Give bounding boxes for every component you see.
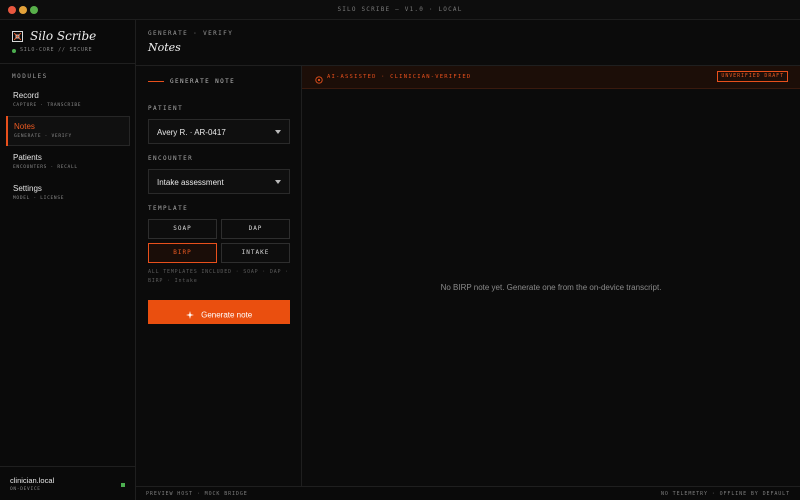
sidebar-item-label: Notes (14, 122, 35, 131)
sidebar-item-sub: CAPTURE · TRANSCRIBE (13, 103, 82, 108)
template-intake-button[interactable]: INTAKE (221, 243, 290, 263)
sidebar-item-record[interactable]: Record CAPTURE · TRANSCRIBE (6, 86, 130, 116)
sidebar-item-settings[interactable]: Settings MODEL · LICENSE (6, 179, 130, 209)
generate-note-button[interactable]: Generate note (148, 300, 290, 324)
generate-note-label: Generate note (201, 310, 253, 320)
host-sub: ON-DEVICE (10, 487, 41, 492)
section-title: GENERATE NOTE (170, 78, 236, 85)
sidebar-item-sub: MODEL · LICENSE (13, 196, 65, 201)
status-bar: PREVIEW HOST · MOCK BRIDGE NO TELEMETRY … (136, 486, 800, 500)
generate-note-button-content: Generate note (148, 307, 290, 322)
encounter-select-value: Intake assessment (157, 178, 224, 187)
online-indicator-icon (121, 483, 125, 487)
status-bar-left: PREVIEW HOST · MOCK BRIDGE (146, 491, 248, 497)
template-label: TEMPLATE (148, 205, 189, 212)
sidebar-footer: clinician.local ON-DEVICE (0, 466, 135, 500)
sidebar-item-sub: ENCOUNTERS · RECALL (13, 165, 78, 170)
host-name: clinician.local (10, 476, 55, 485)
status-badge: UNVERIFIED DRAFT (717, 71, 788, 82)
sidebar-item-notes[interactable]: Notes GENERATE · VERIFY (6, 116, 130, 146)
sidebar-item-sub: GENERATE · VERIFY (14, 134, 72, 139)
encounter-label: ENCOUNTER (148, 155, 194, 162)
chevron-down-icon (275, 130, 281, 134)
section-rule (148, 81, 164, 82)
patient-label: PATIENT (148, 105, 184, 112)
sidebar-item-label: Settings (13, 184, 42, 193)
title-bar: SILO SCRIBE — V1.0 · LOCAL (0, 0, 800, 20)
status-dot-icon (12, 49, 16, 53)
template-dap-button[interactable]: DAP (221, 219, 290, 239)
status-bar-right: NO TELEMETRY · OFFLINE BY DEFAULT (660, 491, 790, 497)
shield-icon (315, 73, 323, 87)
generate-note-panel: GENERATE NOTE PATIENT Avery R. · AR-0417… (136, 66, 302, 486)
patient-select[interactable]: Avery R. · AR-0417 (148, 119, 290, 144)
sidebar-item-patients[interactable]: Patients ENCOUNTERS · RECALL (6, 148, 130, 178)
logo-icon (12, 31, 23, 42)
sidebar-divider (0, 63, 135, 64)
sidebar: Silo Scribe SILO-CORE // SECURE MODULES … (0, 20, 136, 500)
template-birp-button[interactable]: BIRP (148, 243, 217, 263)
template-soap-button[interactable]: SOAP (148, 219, 217, 239)
chevron-down-icon (275, 180, 281, 184)
patient-select-value: Avery R. · AR-0417 (157, 128, 226, 137)
brand-name: Silo Scribe (30, 29, 97, 43)
main-header: GENERATE · VERIFY Notes (136, 20, 800, 66)
banner-text: AI-ASSISTED · CLINICIAN-VERIFIED (327, 74, 472, 80)
sparkle-icon (185, 308, 194, 322)
brand-status-text: SILO-CORE // SECURE (20, 47, 93, 53)
breadcrumb: GENERATE · VERIFY (148, 30, 234, 37)
modules-heading: MODULES (12, 73, 48, 80)
empty-state-message: No BIRP note yet. Generate one from the … (440, 283, 662, 292)
encounter-select[interactable]: Intake assessment (148, 169, 290, 194)
template-note: ALL TEMPLATES INCLUDED · SOAP · DAP · BI… (148, 269, 289, 284)
page-title: Notes (148, 41, 181, 54)
sidebar-item-label: Record (13, 91, 39, 100)
sidebar-item-label: Patients (13, 153, 42, 162)
verification-banner: AI-ASSISTED · CLINICIAN-VERIFIED UNVERIF… (302, 66, 800, 89)
note-panel: AI-ASSISTED · CLINICIAN-VERIFIED UNVERIF… (302, 66, 800, 486)
window-title: SILO SCRIBE — V1.0 · LOCAL (337, 6, 463, 13)
